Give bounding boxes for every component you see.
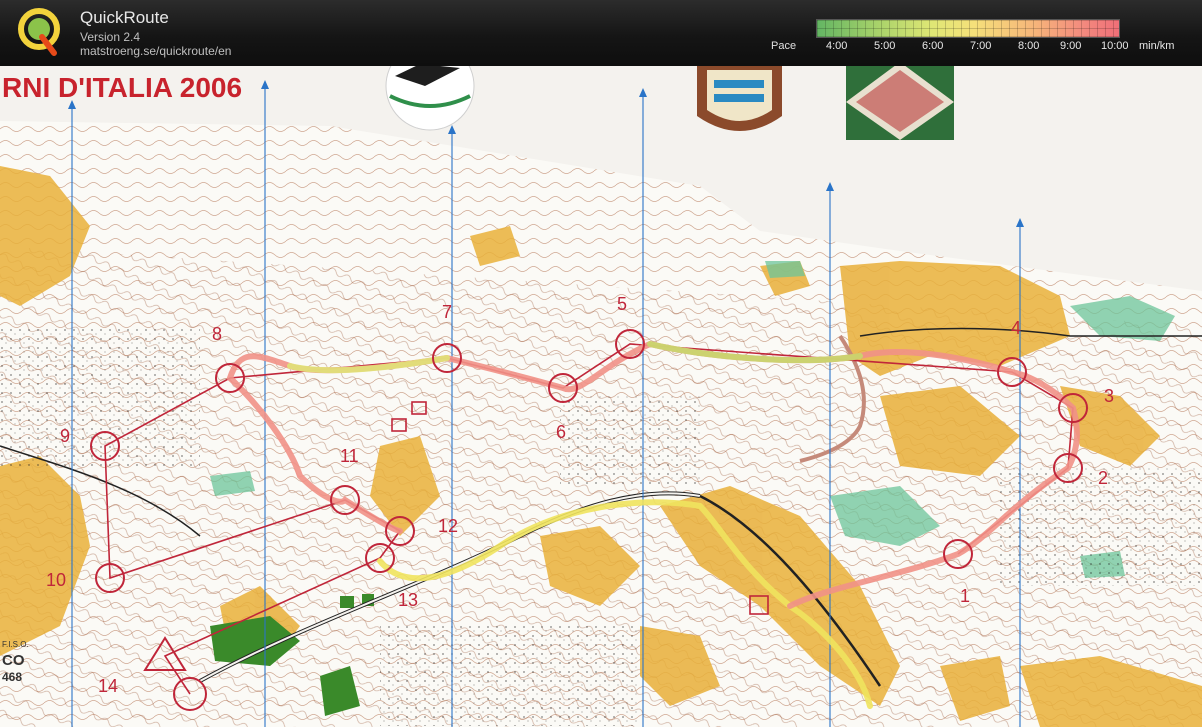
control-label: 12 xyxy=(438,516,459,536)
control-label: 11 xyxy=(340,446,359,466)
fiso-number: 468 xyxy=(2,670,23,684)
pace-tick: 7:00 xyxy=(970,40,992,52)
control-label: 10 xyxy=(46,570,67,590)
coat-of-arms-icon xyxy=(697,66,782,131)
app-title: QuickRoute xyxy=(80,8,169,27)
pace-tick: 4:00 xyxy=(826,40,848,52)
event-title: RNI D'ITALIA 2006 xyxy=(2,72,243,103)
app-header: QuickRoute Version 2.4 matstroeng.se/qui… xyxy=(0,0,1202,67)
map-canvas[interactable] xyxy=(0,66,1202,727)
pace-tick: 9:00 xyxy=(1060,40,1082,52)
pace-tick: 6:00 xyxy=(922,40,944,52)
app-url[interactable]: matstroeng.se/quickroute/en xyxy=(80,44,231,58)
orienteering-map[interactable]: RNI D'ITALIA 2006 1 2 3 4 5 6 7 8 9 10 1… xyxy=(0,66,1202,727)
pace-tick: 8:00 xyxy=(1018,40,1040,52)
fiso-label: F.I.S.O. xyxy=(2,640,29,649)
regional-emblem-icon xyxy=(846,66,954,140)
quickroute-logo-icon xyxy=(18,8,60,56)
pace-color-scale xyxy=(816,19,1120,38)
control-label: 13 xyxy=(398,590,419,610)
control-label: 3 xyxy=(1104,386,1115,406)
pace-unit: min/km xyxy=(1139,40,1175,52)
pace-label: Pace xyxy=(771,40,797,52)
control-label: 4 xyxy=(1011,318,1022,338)
control-label: 7 xyxy=(442,302,453,322)
control-label: 6 xyxy=(556,422,567,442)
control-label: 2 xyxy=(1098,468,1109,488)
pace-tick: 5:00 xyxy=(874,40,896,52)
pace-tick: 10:00 xyxy=(1101,40,1129,52)
control-label: 14 xyxy=(98,676,119,696)
control-label: 9 xyxy=(60,426,71,446)
fiso-badge: F.I.S.O. CO 468 xyxy=(0,636,72,696)
control-label: 8 xyxy=(212,324,223,344)
fiso-co: CO xyxy=(2,652,25,669)
app-version: Version 2.4 xyxy=(80,30,141,44)
control-label: 1 xyxy=(960,586,971,606)
control-label: 5 xyxy=(617,294,628,314)
